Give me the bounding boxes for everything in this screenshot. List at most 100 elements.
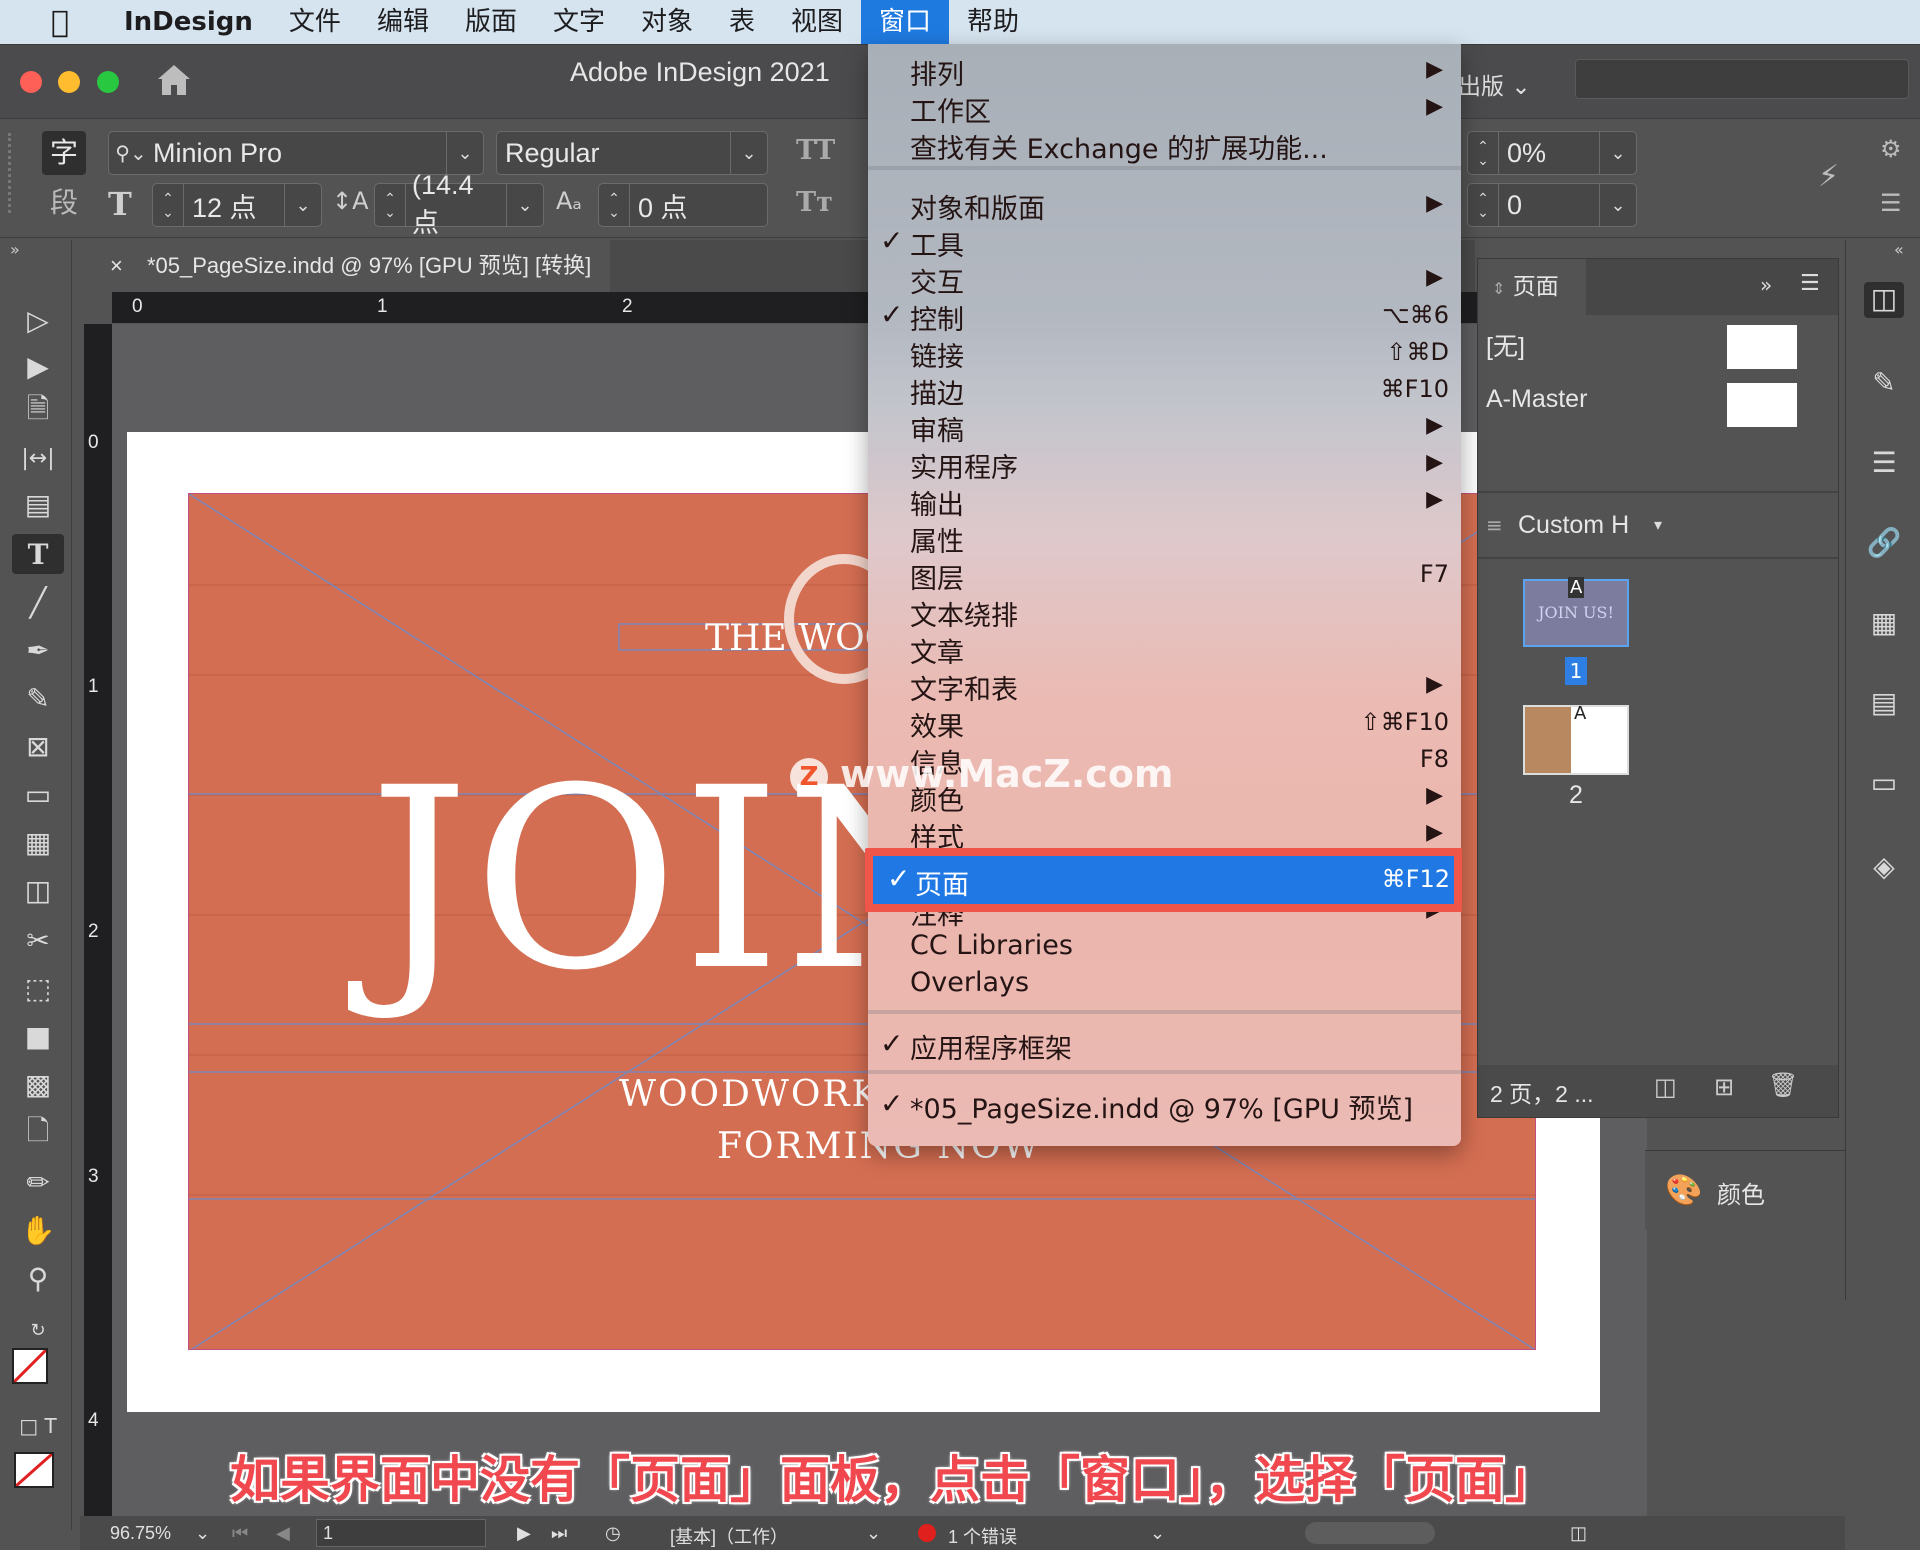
menu-item[interactable]: 工作区 ▶ [868,90,1461,128]
menu-item[interactable]: 描边 ⌘F10 [868,372,1461,410]
panel-menu-icon[interactable]: ☰ [1800,271,1820,296]
menu-item[interactable]: 效果 ⇧⌘F10 [868,705,1461,743]
master-a-thumb[interactable] [1727,383,1797,427]
menu-item[interactable]: 查找有关 Exchange 的扩展功能... [868,127,1461,165]
menu-item[interactable]: 链接 ⇧⌘D [868,335,1461,373]
chevron-down-icon[interactable]: ⌄ [731,143,767,164]
first-page-icon[interactable]: ⏮ [232,1523,248,1544]
collapse-icon[interactable]: « [1894,240,1904,259]
apple-icon[interactable]:  [40,5,80,40]
stepper-icon[interactable]: ⌃ ⌄ [375,191,405,219]
gap-tool-icon[interactable]: |↔| [18,438,58,478]
rectangle-tool-icon[interactable]: ▭ [18,774,58,814]
menu-view[interactable]: 视图 [773,0,861,44]
prev-page-icon[interactable]: ◀ [276,1523,290,1544]
pencil-tool-icon[interactable]: ✎ [18,678,58,718]
chevron-down-icon[interactable]: ▾ [1654,515,1662,534]
gradient-feather-tool-icon[interactable]: ▩ [18,1064,58,1104]
menu-edit[interactable]: 编辑 [359,0,447,44]
content-collector-icon[interactable]: ▤ [18,484,58,524]
selection-tool-icon[interactable]: ▷ [18,300,58,340]
menu-item[interactable]: ✓ 工具 [868,224,1461,262]
pages-panel-icon[interactable]: ◫ [1864,282,1904,318]
small-caps-button[interactable]: Tт [796,187,833,218]
master-a[interactable]: A-Master [1486,385,1587,414]
character-mode-button[interactable]: 字 [42,131,86,175]
menu-layout[interactable]: 版面 [447,0,535,44]
menu-item[interactable]: 文本绕排 [868,594,1461,632]
chevron-down-icon[interactable]: ⌄ [447,143,483,164]
master-none[interactable]: [无] [1486,327,1525,363]
menu-table[interactable]: 表 [711,0,773,44]
new-page-icon[interactable]: ⊞ [1714,1073,1734,1101]
stepper-icon[interactable]: ⌃ ⌄ [1468,191,1498,219]
lightning-icon[interactable]: ⚡ [1818,159,1839,194]
swatches-panel-icon[interactable]: ▦ [1864,606,1904,642]
properties-panel-icon[interactable]: ✎ [1864,366,1904,402]
workspace-switcher[interactable]: 出版 ⌄ [1458,67,1531,101]
delete-page-icon[interactable]: 🗑 [1768,1071,1798,1099]
expand-icon[interactable]: » [10,240,20,259]
menu-item[interactable]: CC Libraries [868,930,1461,967]
menu-object[interactable]: 对象 [623,0,711,44]
view-mode-icon[interactable] [14,1452,54,1488]
error-count[interactable]: 1 个错误 [948,1523,1017,1549]
links-panel-icon[interactable]: 🔗 [1864,526,1904,562]
line-tool-icon[interactable]: ╱ [18,582,58,622]
last-page-icon[interactable]: ⏭ [551,1523,567,1544]
rectangle-frame-tool-icon[interactable]: ⊠ [18,726,58,766]
horizontal-scrollbar[interactable] [1305,1522,1435,1544]
layers-panel-icon[interactable]: ◈ [1864,850,1904,886]
menu-item[interactable]: 属性 [868,520,1461,558]
stroke-panel-icon[interactable]: ☰ [1864,446,1904,482]
swap-fill-stroke-icon[interactable]: ↻ [18,1310,58,1350]
eyedropper-tool-icon[interactable]: ✏ [18,1162,58,1202]
menu-item[interactable]: 实用程序 ▶ [868,446,1461,484]
chevron-down-icon[interactable]: ⌄ [1600,195,1636,216]
font-style-field[interactable]: Regular ⌄ [496,131,768,175]
chevron-down-icon[interactable]: ⌄ [1600,143,1636,164]
menu-item[interactable]: 文字和表 ▶ [868,668,1461,706]
table-tool-icon[interactable]: ▦ [18,822,58,862]
type-tool-icon[interactable]: T [12,534,64,574]
menu-item[interactable]: 图层 F7 [868,557,1461,595]
chevron-down-icon[interactable]: ⌄ [866,1523,881,1544]
menu-file[interactable]: 文件 [271,0,359,44]
preflight-profile[interactable]: [基本]（工作） [670,1523,788,1549]
menu-item[interactable]: 审稿 ▶ [868,409,1461,447]
zoom-level[interactable]: 96.75% [110,1523,171,1544]
panel-expand-icon[interactable]: » [1760,273,1772,297]
all-caps-button[interactable]: TT [796,135,835,166]
menu-indesign[interactable]: InDesign [106,0,271,44]
menu-item[interactable]: 对象和版面 ▶ [868,187,1461,225]
note-tool-icon[interactable]: 🗋 [18,1114,58,1154]
pages-panel-tab[interactable]: ⇕ 页面 [1478,259,1586,315]
document-tab[interactable]: × *05_PageSize.indd @ 97% [GPU 预览] [转换] [80,240,610,292]
page-number-field[interactable]: 1 [316,1519,486,1547]
page-number-1[interactable]: 1 [1565,657,1587,685]
master-none-thumb[interactable] [1727,325,1797,369]
direct-selection-tool-icon[interactable]: ▶ [18,346,58,386]
font-family-field[interactable]: ⚲⌄ Minion Pro ⌄ [108,131,484,175]
chevron-down-icon[interactable]: ⌄ [285,195,321,216]
pen-tool-icon[interactable]: ✒ [18,630,58,670]
page-size-label[interactable]: Custom H [1518,511,1629,540]
menu-item[interactable]: 交互 ▶ [868,261,1461,299]
menu-item[interactable]: 文章 [868,631,1461,669]
gear-icon[interactable]: ⚙ [1880,135,1902,163]
zoom-tool-icon[interactable]: ⚲ [18,1258,58,1298]
edit-page-size-icon[interactable]: ◫ [1654,1073,1677,1101]
grid-tool-icon[interactable]: ◫ [18,870,58,910]
zoom-window-button[interactable] [97,71,119,93]
close-tab-icon[interactable]: × [110,253,123,278]
split-view-icon[interactable]: ◫ [1570,1523,1587,1544]
gradient-swatch-tool-icon[interactable]: ■ [18,1016,58,1056]
home-icon[interactable] [156,63,192,97]
minimize-window-button[interactable] [58,71,80,93]
search-field[interactable] [1575,59,1909,99]
formatting-affects-icon[interactable]: □ T [18,1406,58,1446]
stepper-icon[interactable]: ⌃ ⌄ [153,191,183,219]
chevron-down-icon[interactable]: ⌄ [1150,1523,1165,1544]
font-size-field[interactable]: ⌃ ⌄ 12 点 ⌄ [152,183,322,227]
menu-icon[interactable]: ☰ [1880,189,1902,217]
